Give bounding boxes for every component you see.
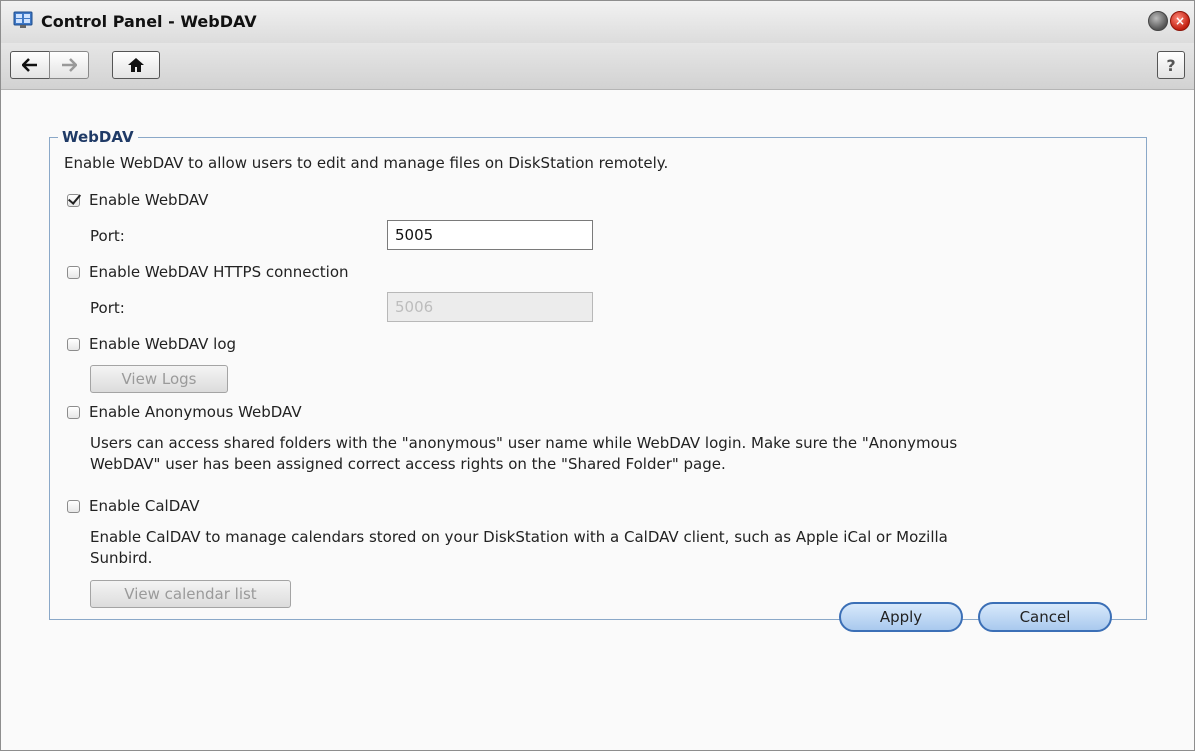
cancel-button[interactable]: Cancel: [978, 602, 1112, 632]
enable-https-checkbox[interactable]: [67, 265, 80, 279]
help-button[interactable]: ?: [1157, 51, 1185, 79]
title-bar[interactable]: Control Panel - WebDAV ×: [1, 1, 1194, 43]
section-title: WebDAV: [62, 128, 134, 146]
apply-label: Apply: [879, 608, 923, 626]
content-area: WebDAV Enable WebDAV to allow users to e…: [1, 90, 1194, 750]
close-icon: ×: [1174, 14, 1186, 28]
anonymous-note-line-1: Users can access shared folders with the…: [90, 434, 958, 452]
toolbar: ?: [1, 43, 1194, 90]
enable-https-label: Enable WebDAV HTTPS connection: [89, 263, 349, 281]
caldav-note-line-1: Enable CalDAV to manage calendars stored…: [90, 528, 948, 546]
enable-caldav-label: Enable CalDAV: [89, 497, 200, 515]
enable-log-row[interactable]: Enable WebDAV log: [67, 335, 236, 353]
view-calendar-list-button[interactable]: View calendar list: [90, 580, 291, 608]
caldav-note: Enable CalDAV to manage calendars stored…: [90, 527, 948, 569]
arrow-left-icon: [22, 58, 37, 72]
https-port-label: Port:: [90, 299, 125, 317]
home-button[interactable]: [112, 51, 160, 79]
enable-log-label: Enable WebDAV log: [89, 335, 237, 353]
enable-log-checkbox[interactable]: [67, 337, 80, 351]
close-button[interactable]: ×: [1170, 11, 1190, 31]
webdav-description: Enable WebDAV to allow users to edit and…: [64, 154, 669, 172]
port-input[interactable]: [387, 220, 593, 250]
view-logs-label: View Logs: [121, 370, 197, 388]
anonymous-note: Users can access shared folders with the…: [90, 433, 957, 475]
forward-button[interactable]: [49, 51, 89, 79]
enable-caldav-row[interactable]: Enable CalDAV: [67, 497, 200, 515]
window-title: Control Panel - WebDAV: [41, 12, 257, 31]
control-panel-icon: [13, 11, 33, 28]
enable-webdav-row[interactable]: Enable WebDAV: [67, 191, 208, 209]
view-calendar-list-label: View calendar list: [124, 585, 257, 603]
enable-anonymous-row[interactable]: Enable Anonymous WebDAV: [67, 403, 302, 421]
enable-webdav-checkbox[interactable]: [67, 193, 80, 207]
port-label: Port:: [90, 227, 125, 245]
enable-anonymous-label: Enable Anonymous WebDAV: [89, 403, 302, 421]
caldav-note-line-2: Sunbird.: [90, 549, 153, 567]
home-icon: [128, 58, 144, 72]
enable-anonymous-checkbox[interactable]: [67, 405, 80, 419]
back-button[interactable]: [10, 51, 50, 79]
enable-caldav-checkbox[interactable]: [67, 499, 80, 513]
enable-https-row[interactable]: Enable WebDAV HTTPS connection: [67, 263, 349, 281]
arrow-right-icon: [62, 58, 77, 72]
help-icon: ?: [1166, 55, 1176, 75]
apply-button[interactable]: Apply: [839, 602, 963, 632]
enable-webdav-label: Enable WebDAV: [89, 191, 209, 209]
minimize-button[interactable]: [1148, 11, 1168, 31]
https-port-input[interactable]: [387, 292, 593, 322]
anonymous-note-line-2: WebDAV" user has been assigned correct a…: [90, 455, 726, 473]
cancel-label: Cancel: [1019, 608, 1071, 626]
view-logs-button[interactable]: View Logs: [90, 365, 228, 393]
control-panel-window: Control Panel - WebDAV × ? WebDAV Enable: [0, 0, 1195, 751]
